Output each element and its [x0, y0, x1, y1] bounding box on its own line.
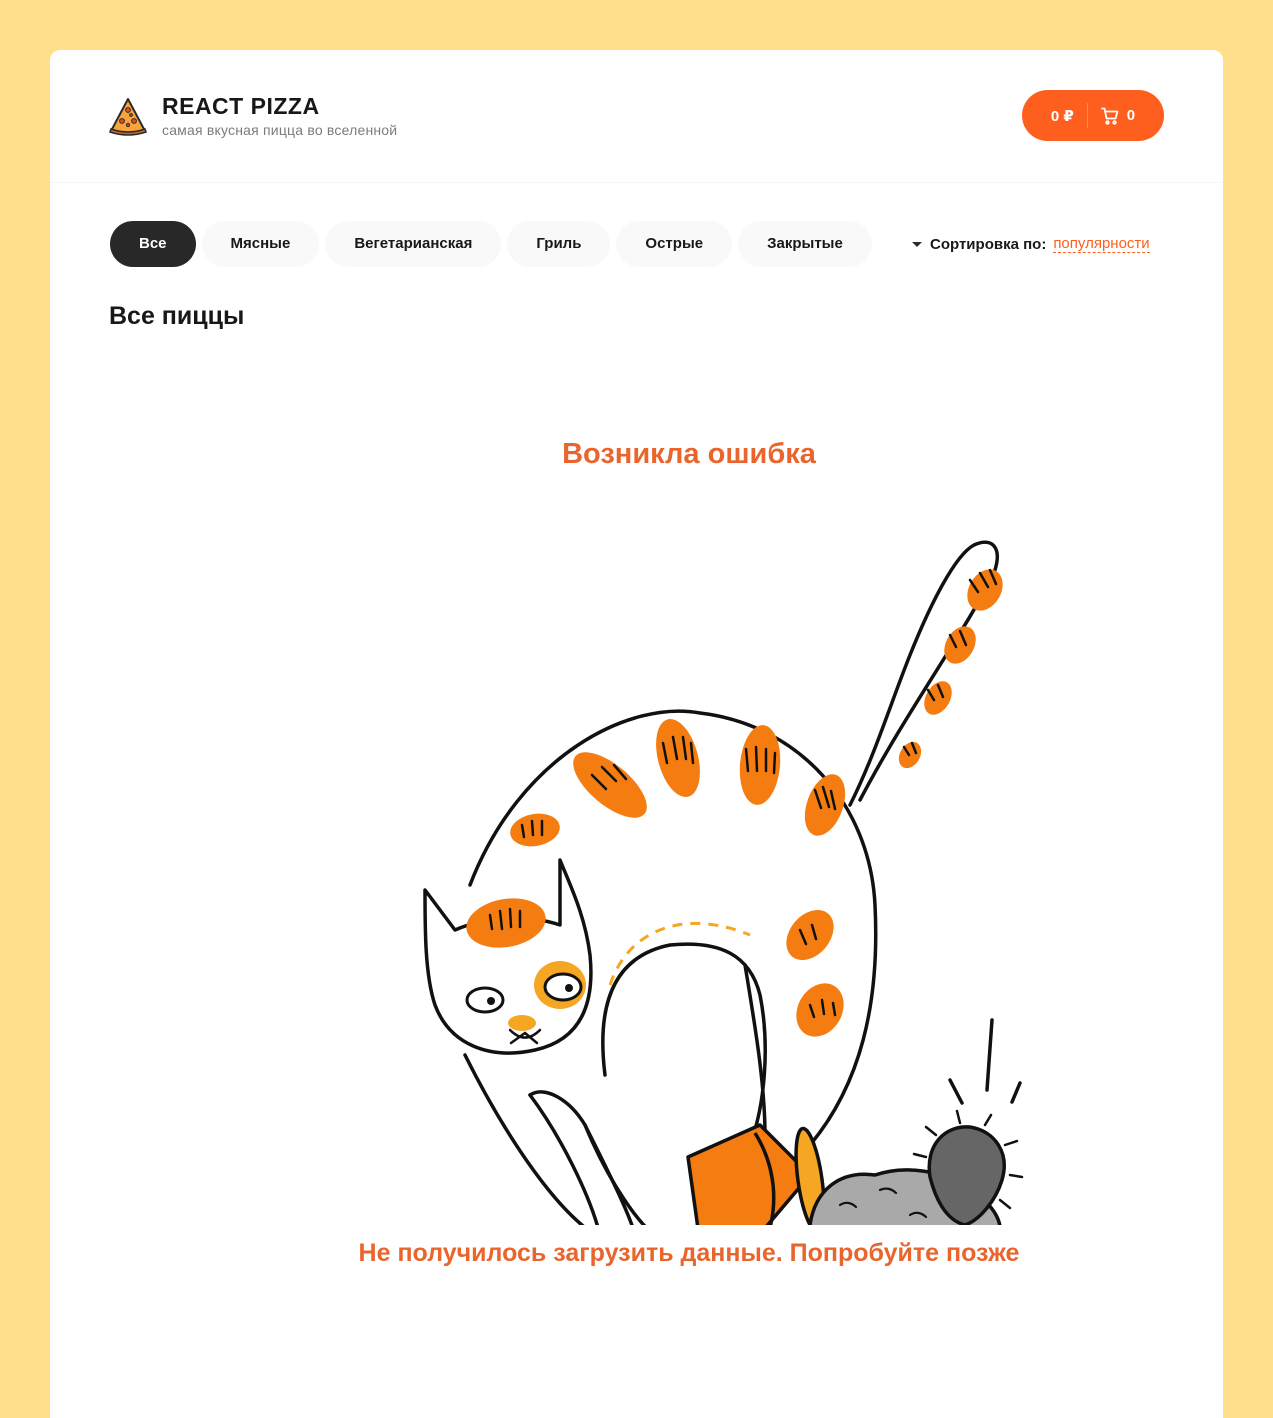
cart-count: 0 — [1126, 107, 1136, 124]
category-spicy[interactable]: Острые — [616, 221, 733, 267]
cart-price: 0 ₽ — [1050, 107, 1074, 125]
logo-text: REACT PIZZA самая вкусная пицца во вселе… — [162, 94, 397, 138]
sort: Сортировка по: популярности — [912, 235, 1150, 253]
category-meat[interactable]: Мясные — [201, 221, 320, 267]
error-title: Возникла ошибка — [562, 438, 816, 470]
categories: Все Мясные Вегетарианская Гриль Острые З… — [110, 221, 878, 267]
category-grill[interactable]: Гриль — [507, 221, 611, 267]
logo-subtitle: самая вкусная пицца во вселенной — [162, 122, 398, 138]
logo-title: REACT PIZZA — [162, 93, 320, 119]
category-all[interactable]: Все — [110, 221, 196, 267]
category-closed[interactable]: Закрытые — [738, 221, 872, 267]
logo[interactable]: REACT PIZZA самая вкусная пицца во вселе… — [108, 94, 397, 138]
cart-divider — [1086, 103, 1088, 128]
content-title: Все пиццы — [109, 302, 245, 330]
header: REACT PIZZA самая вкусная пицца во вселе… — [50, 50, 1223, 183]
sort-arrow-icon[interactable] — [912, 241, 922, 247]
error-message: Не получилось загрузить данные. Попробуй… — [358, 1239, 1020, 1267]
sort-label: Сортировка по: — [930, 235, 1047, 253]
cat-knocking-over-cactus-illustration — [423, 540, 1024, 1225]
cart-button[interactable]: 0 ₽ 0 — [1022, 90, 1164, 141]
category-vegetarian[interactable]: Вегетарианская — [325, 221, 502, 267]
pizza-slice-icon — [109, 98, 147, 136]
sort-value[interactable]: популярности — [1053, 235, 1150, 253]
cart-icon — [1100, 107, 1119, 125]
page-wrapper: REACT PIZZA самая вкусная пицца во вселе… — [50, 50, 1223, 1418]
